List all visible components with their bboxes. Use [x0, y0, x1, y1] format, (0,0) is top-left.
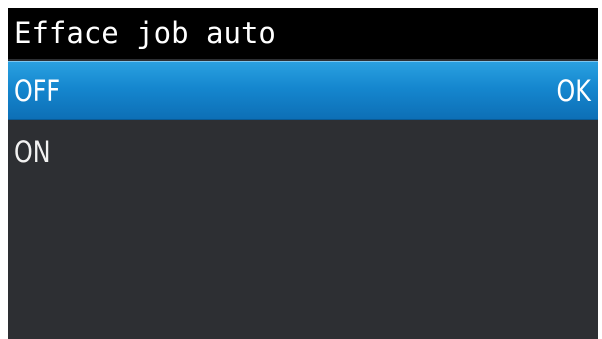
lcd-screen: Efface job auto OFF OK ON [8, 8, 598, 339]
menu-item-on[interactable]: ON [8, 122, 598, 181]
page-title: Efface job auto [8, 8, 598, 59]
menu-item-off[interactable]: OFF OK [8, 61, 598, 120]
menu-item-label: ON [14, 134, 51, 169]
menu-item-label: OFF [14, 73, 61, 108]
ok-button[interactable]: OK [557, 74, 591, 108]
